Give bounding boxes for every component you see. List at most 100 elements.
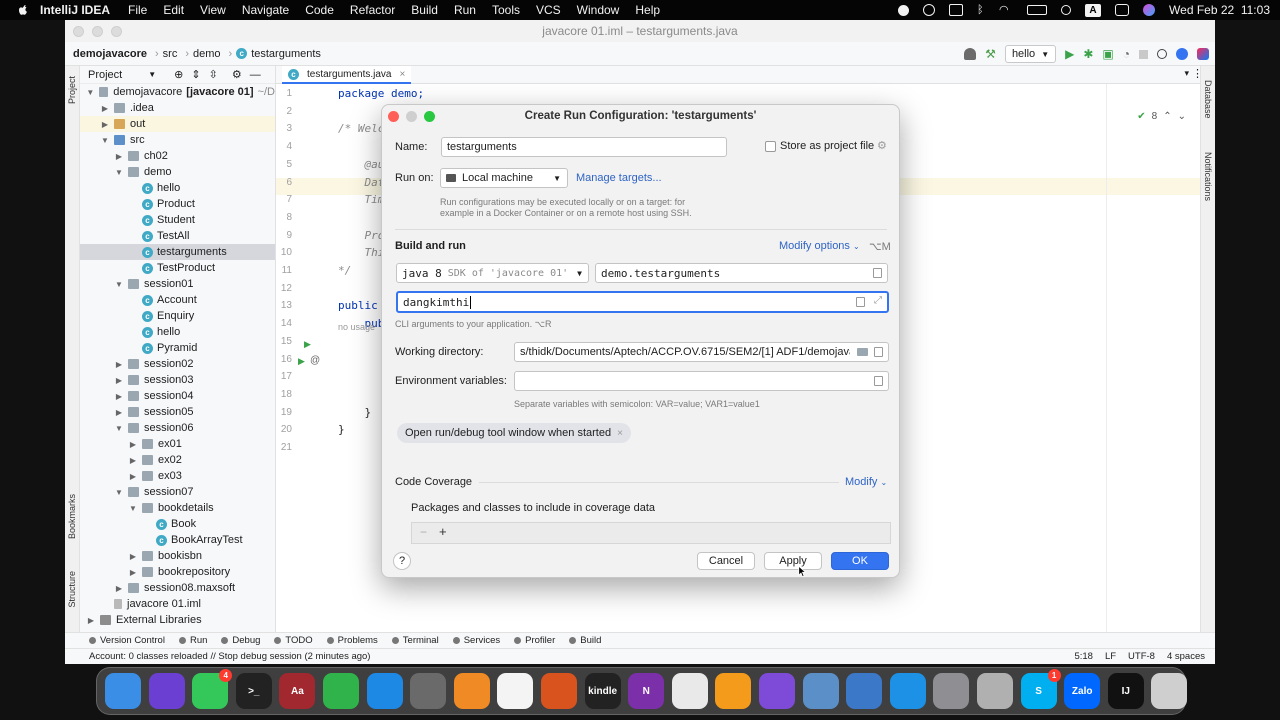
- kindle-icon[interactable]: kindle: [584, 673, 621, 709]
- zoom-dialog-button[interactable]: [424, 111, 435, 122]
- chevron-down-icon[interactable]: ▼: [114, 488, 124, 497]
- chevron-down-icon[interactable]: ▼: [114, 168, 124, 177]
- cancel-button[interactable]: Cancel: [697, 552, 755, 570]
- menu-build[interactable]: Build: [411, 3, 438, 17]
- expand-icon[interactable]: ⤢: [874, 295, 882, 306]
- status-message[interactable]: Account: 0 classes reloaded // Stop debu…: [89, 651, 370, 662]
- program-arguments-input[interactable]: dangkimthi ⤢: [396, 291, 889, 313]
- chevron-right-icon[interactable]: ▶: [128, 568, 138, 577]
- run-icon[interactable]: ▶: [1065, 47, 1074, 61]
- tree-item[interactable]: ▼ session06: [80, 420, 275, 436]
- indent-setting[interactable]: 4 spaces: [1167, 651, 1205, 662]
- tree-item[interactable]: ▼ demo: [80, 164, 275, 180]
- browse-icon[interactable]: [873, 268, 882, 278]
- tree-item[interactable]: ▶ out: [80, 116, 275, 132]
- tree-item[interactable]: c Account: [80, 292, 275, 308]
- launchpad-icon[interactable]: [410, 673, 447, 709]
- browse-icon[interactable]: [874, 347, 883, 357]
- chevron-right-icon[interactable]: ▶: [128, 440, 138, 449]
- tree-item[interactable]: c hello: [80, 180, 275, 196]
- folder-icon[interactable]: [857, 348, 868, 356]
- ide-logo-icon[interactable]: [1197, 48, 1209, 60]
- close-tab-icon[interactable]: ×: [400, 69, 406, 80]
- messages-icon[interactable]: 4: [192, 669, 233, 709]
- option-chip-open-tool-window[interactable]: Open run/debug tool window when started …: [397, 423, 631, 443]
- remove-chip-icon[interactable]: ×: [617, 428, 623, 439]
- trash-icon[interactable]: [1151, 673, 1188, 709]
- menu-tools[interactable]: Tools: [492, 3, 520, 17]
- store-as-project-label[interactable]: Store as project file: [780, 140, 874, 152]
- modify-coverage-link[interactable]: Modify ⌄: [845, 476, 887, 488]
- hide-panel-icon[interactable]: —: [250, 69, 261, 81]
- environment-variables-input[interactable]: [514, 371, 889, 391]
- tree-item[interactable]: c Student: [80, 212, 275, 228]
- tree-item[interactable]: ▼ bookdetails: [80, 500, 275, 516]
- record-icon[interactable]: [898, 4, 910, 16]
- database-icon[interactable]: [977, 673, 1013, 709]
- photos-icon[interactable]: [497, 673, 534, 709]
- tree-item[interactable]: ▶ ex02: [80, 452, 275, 468]
- tree-item[interactable]: c testarguments: [80, 244, 275, 260]
- terminal-icon[interactable]: >_: [235, 673, 272, 709]
- line-separator[interactable]: LF: [1105, 651, 1116, 662]
- jdk-select[interactable]: java 8 SDK of 'javacore 01' ▼: [396, 263, 589, 283]
- chevron-right-icon[interactable]: ▶: [100, 120, 110, 129]
- safari-icon[interactable]: [366, 673, 403, 709]
- preview-icon[interactable]: [802, 673, 839, 709]
- run-gutter-icon[interactable]: ▶: [298, 356, 305, 367]
- profiler-icon[interactable]: ◔: [1123, 47, 1130, 61]
- structure-tool-button[interactable]: Structure: [67, 571, 77, 608]
- apple-icon[interactable]: [16, 3, 30, 17]
- store-as-project-checkbox[interactable]: [765, 141, 776, 152]
- screen-share-icon[interactable]: [949, 4, 964, 16]
- close-dialog-button[interactable]: [388, 111, 399, 122]
- problems-tool-button[interactable]: Problems: [326, 635, 378, 646]
- chevron-down-icon[interactable]: ▼: [114, 424, 124, 433]
- notifications-tool-button[interactable]: Notifications: [1203, 152, 1213, 201]
- app-menu[interactable]: IntelliJ IDEA: [40, 3, 110, 17]
- wifi-icon[interactable]: ◠: [999, 4, 1013, 16]
- tree-item[interactable]: ▶ ex03: [80, 468, 275, 484]
- search-everywhere-icon[interactable]: [1157, 49, 1167, 59]
- intellij-icon[interactable]: IJ: [1107, 673, 1144, 709]
- chevron-down-icon[interactable]: ▼: [100, 136, 110, 145]
- finder-icon[interactable]: [105, 673, 141, 709]
- books-icon[interactable]: [453, 673, 490, 709]
- reeder-icon[interactable]: [541, 673, 577, 709]
- run-tool-button[interactable]: Run: [178, 635, 207, 646]
- onenote-icon[interactable]: N: [628, 673, 665, 709]
- working-directory-input[interactable]: s/thidk/Documents/Aptech/ACCP.OV.6715/SE…: [514, 342, 889, 362]
- gear-icon[interactable]: ⚙: [232, 68, 242, 81]
- tree-item[interactable]: javacore 01.iml: [80, 596, 275, 612]
- tree-item[interactable]: ▶ bookisbn: [80, 548, 275, 564]
- menu-vcs[interactable]: VCS: [536, 3, 561, 17]
- expand-all-icon[interactable]: ⇕: [191, 68, 200, 81]
- keyboard-icon[interactable]: [671, 673, 708, 709]
- numbers-icon[interactable]: [323, 673, 359, 709]
- breadcrumb-src[interactable]: src: [163, 48, 178, 60]
- chevron-right-icon[interactable]: ▶: [128, 552, 138, 561]
- tree-item[interactable]: ▼ session01: [80, 276, 275, 292]
- siri-icon[interactable]: [1143, 4, 1156, 16]
- tree-item[interactable]: c Product: [80, 196, 275, 212]
- chevron-right-icon[interactable]: ▶: [128, 472, 138, 481]
- tree-item[interactable]: c Enquiry: [80, 308, 275, 324]
- chevron-down-icon[interactable]: ▼: [86, 88, 95, 97]
- terminal-tool-button[interactable]: Terminal: [391, 635, 439, 646]
- github-icon[interactable]: [759, 673, 795, 709]
- version-control-tool-button[interactable]: Version Control: [89, 635, 165, 646]
- skype-icon[interactable]: S1: [1020, 669, 1061, 709]
- run-gutter-icon[interactable]: ▶: [304, 339, 311, 350]
- tree-item[interactable]: ▶ External Libraries: [80, 612, 275, 628]
- zoom-window-button[interactable]: [111, 26, 122, 37]
- docker-icon[interactable]: [889, 673, 926, 709]
- tree-item[interactable]: ▼ session07: [80, 484, 275, 500]
- tree-item[interactable]: ▶ session02: [80, 356, 275, 372]
- remove-entry-icon[interactable]: −: [420, 525, 427, 539]
- tree-item[interactable]: ▶ ex01: [80, 436, 275, 452]
- debug-icon[interactable]: ✱: [1083, 47, 1093, 61]
- tree-item[interactable]: ▼ demojavacore [javacore 01] ~/D: [80, 84, 275, 100]
- chevron-right-icon[interactable]: ▶: [114, 360, 124, 369]
- gear-icon[interactable]: ⚙: [877, 139, 887, 152]
- services-tool-button[interactable]: Services: [452, 635, 500, 646]
